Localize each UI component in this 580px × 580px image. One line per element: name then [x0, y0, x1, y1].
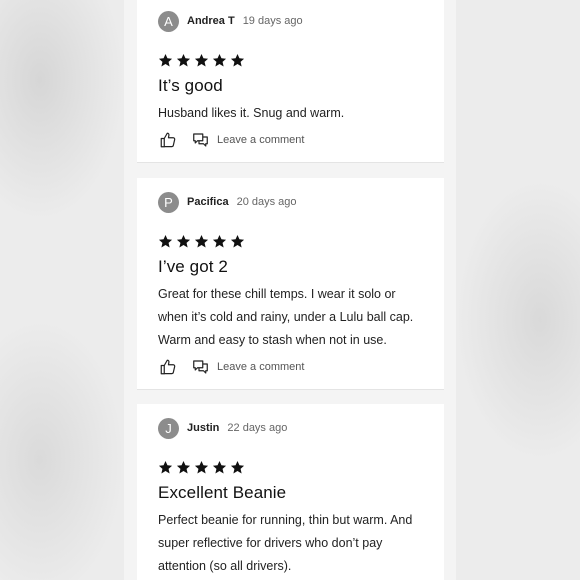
avatar: P: [158, 191, 179, 213]
star-icon: [230, 234, 245, 249]
review-author-row: P Pacifica 20 days ago: [158, 191, 444, 213]
review-date: 19 days ago: [242, 15, 303, 27]
thumbs-up-icon[interactable]: [158, 357, 178, 377]
author-name: Justin: [187, 422, 220, 434]
avatar: A: [158, 10, 179, 32]
review-card: P Pacifica 20 days ago I’ve got 2 Great …: [137, 178, 444, 389]
review-card: J Justin 22 days ago Excellent Beanie Pe…: [137, 404, 444, 580]
star-rating: [158, 233, 444, 249]
review-title: Excellent Beanie: [158, 483, 287, 502]
review-body: Husband likes it. Snug and warm.: [158, 106, 345, 120]
review-title: It’s good: [158, 76, 223, 95]
star-icon: [194, 234, 209, 249]
star-icon: [176, 234, 191, 249]
review-card: A Andrea T 19 days ago It’s good Husband…: [137, 0, 444, 162]
author-name: Pacifica: [187, 196, 229, 208]
author-name: Andrea T: [187, 15, 235, 27]
star-icon: [194, 460, 209, 475]
leave-comment-link[interactable]: Leave a comment: [217, 134, 304, 146]
review-actions: Leave a comment: [158, 356, 444, 378]
review-date: 22 days ago: [227, 422, 288, 434]
review-date: 20 days ago: [236, 196, 297, 208]
review-author-row: J Justin 22 days ago: [158, 417, 444, 439]
star-icon: [212, 234, 227, 249]
star-icon: [176, 460, 191, 475]
star-icon: [230, 460, 245, 475]
review-body: Perfect beanie for running, thin but war…: [158, 513, 413, 573]
thumbs-up-icon[interactable]: [158, 130, 178, 150]
star-icon: [212, 53, 227, 68]
star-icon: [158, 234, 173, 249]
star-icon: [230, 53, 245, 68]
star-icon: [158, 460, 173, 475]
review-title: I’ve got 2: [158, 257, 228, 276]
star-icon: [212, 460, 227, 475]
comment-bubbles-icon[interactable]: [190, 357, 210, 377]
leave-comment-link[interactable]: Leave a comment: [217, 361, 304, 373]
comment-bubbles-icon[interactable]: [190, 130, 210, 150]
star-icon: [176, 53, 191, 68]
star-rating: [158, 52, 444, 68]
review-actions: Leave a comment: [158, 129, 444, 151]
star-rating: [158, 459, 444, 475]
avatar: J: [158, 417, 179, 439]
review-body: Great for these chill temps. I wear it s…: [158, 287, 414, 347]
review-author-row: A Andrea T 19 days ago: [158, 10, 444, 32]
star-icon: [158, 53, 173, 68]
star-icon: [194, 53, 209, 68]
